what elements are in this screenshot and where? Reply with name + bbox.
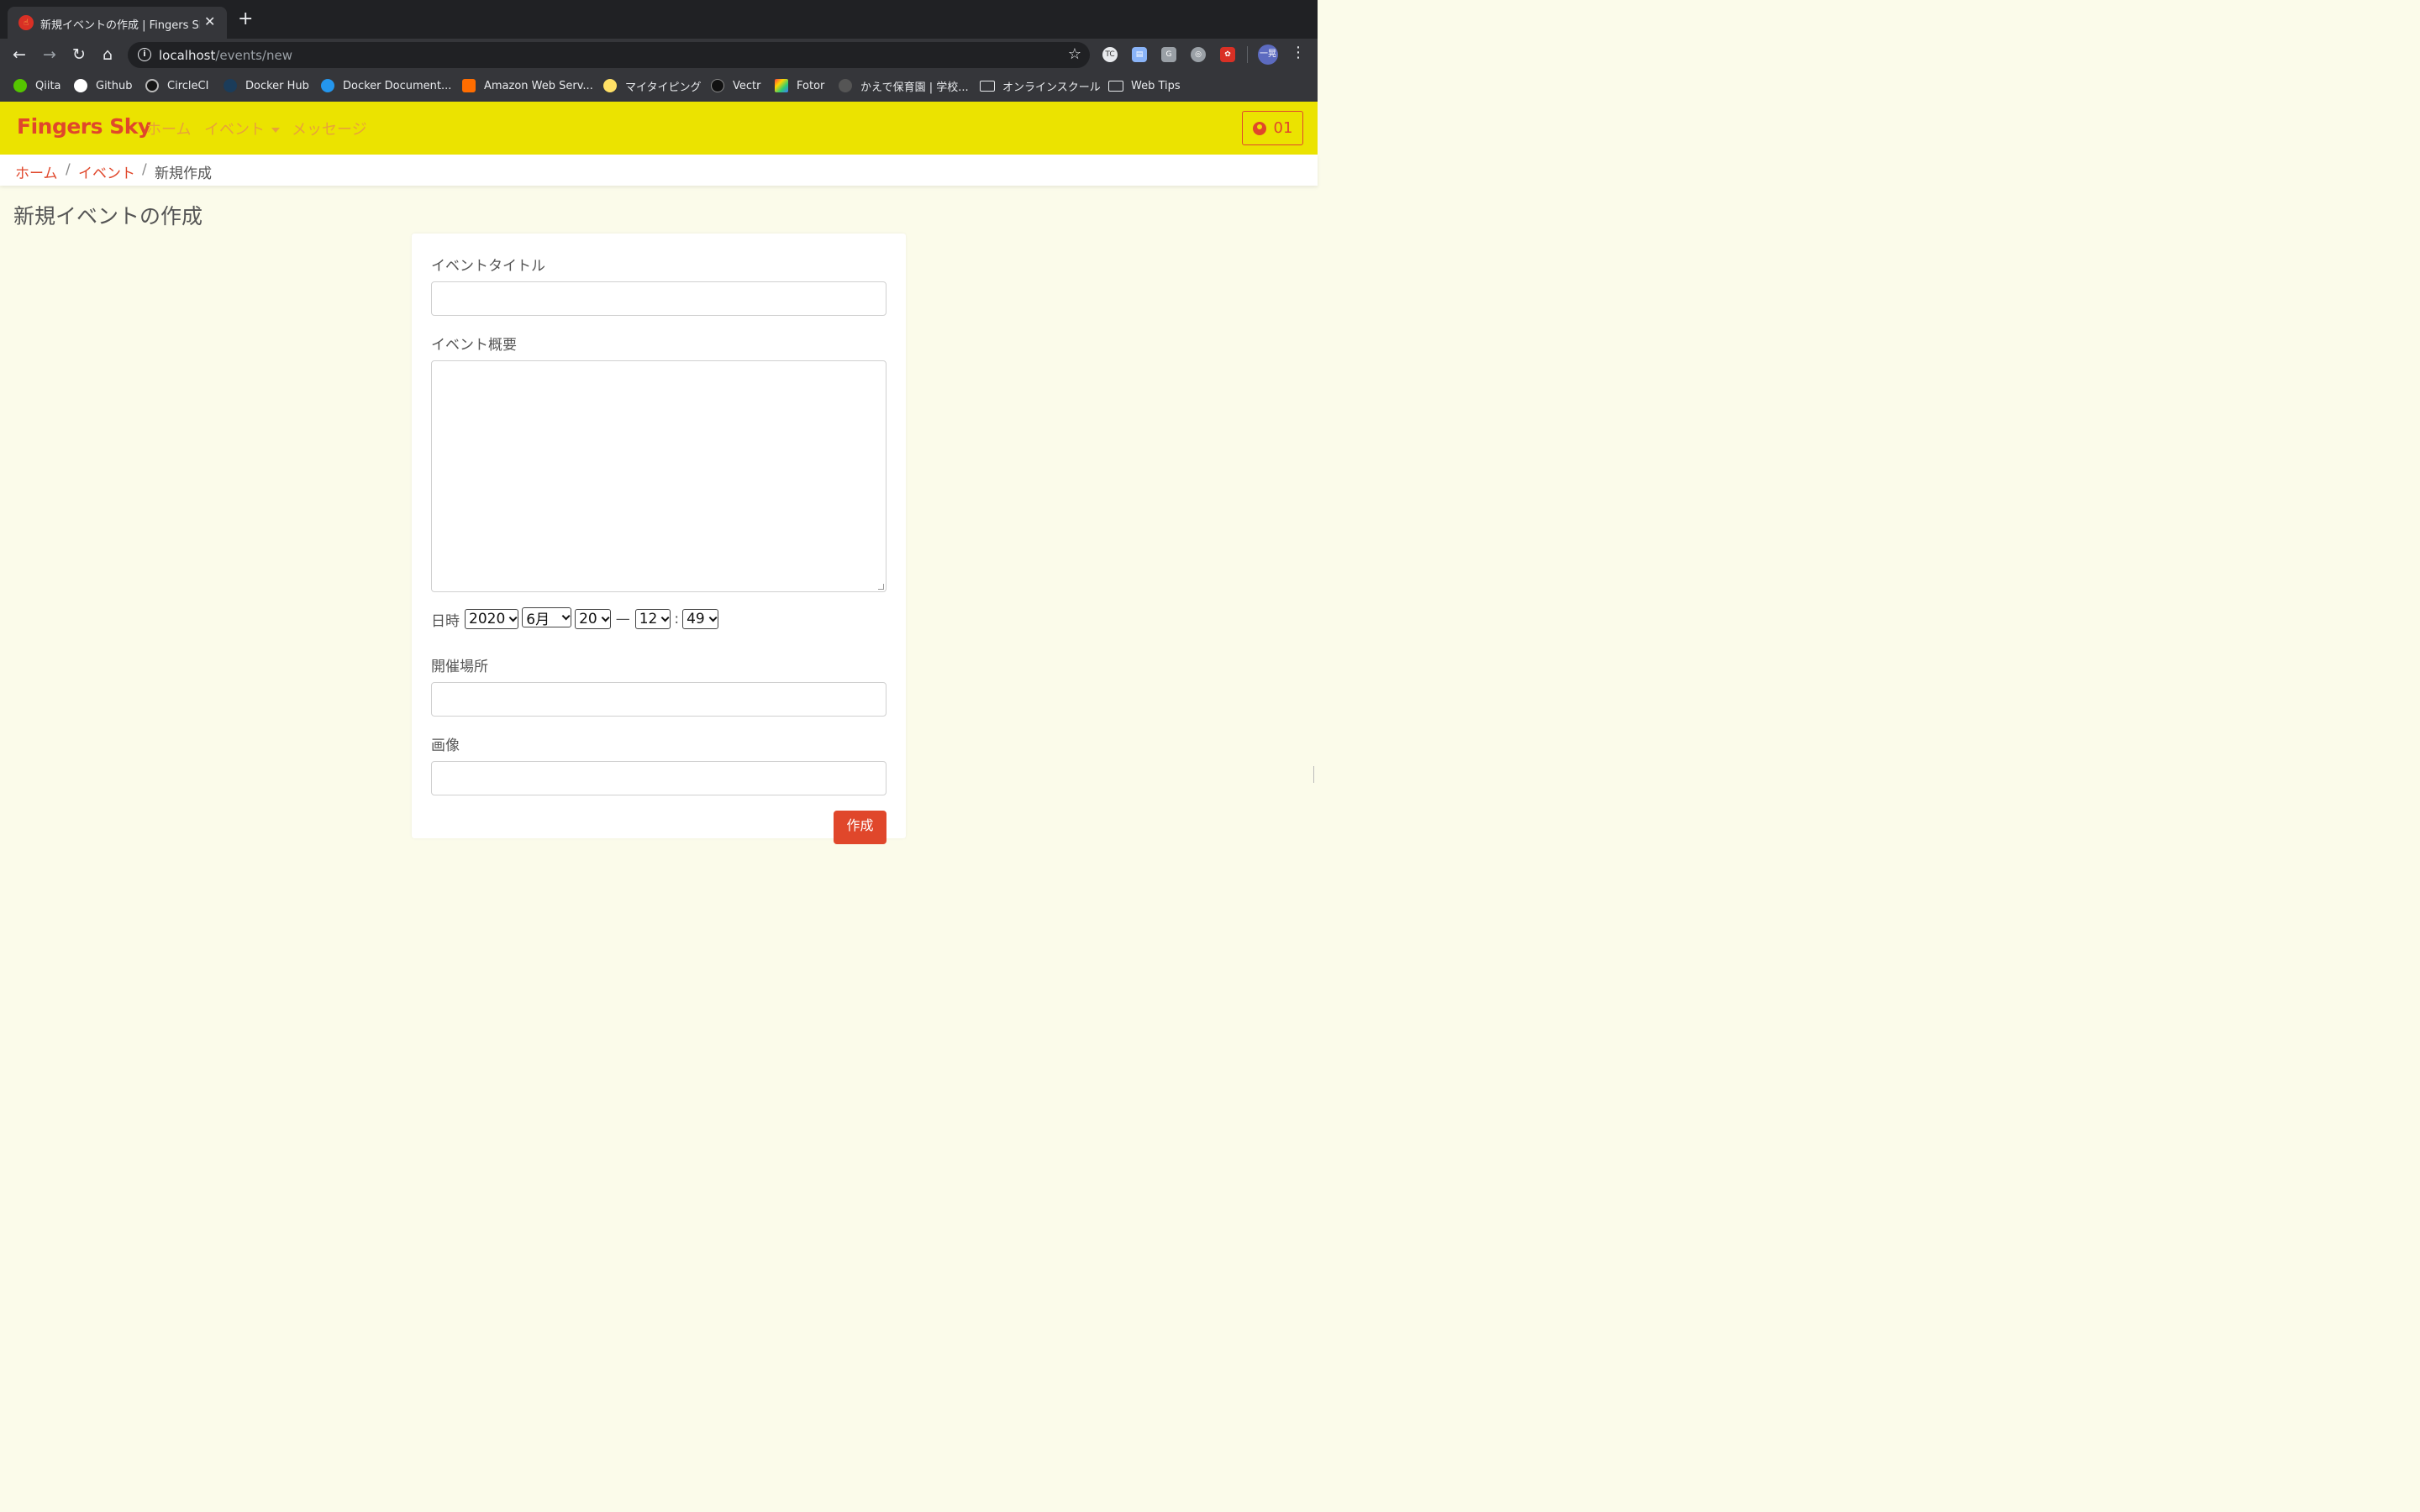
bookmark-circleci[interactable]: CircleCI (145, 78, 208, 93)
extension-red-icon[interactable]: ✿ (1220, 47, 1235, 62)
circleci-icon (145, 79, 159, 92)
bookmark-docker-docs[interactable]: Docker Document... (321, 78, 451, 93)
browser-toolbar: ← → ↻ ⌂ i localhost/events/new ☆ TC ▤ G … (0, 39, 1318, 71)
nav-events-dropdown[interactable]: イベント (204, 118, 280, 139)
site-info-icon[interactable]: i (138, 48, 151, 61)
toolbar-divider (1247, 46, 1248, 63)
aws-icon (462, 79, 476, 92)
time-colon: : (674, 611, 680, 627)
chevron-down-icon (708, 612, 718, 622)
extension-cast-icon[interactable]: ▤ (1132, 47, 1147, 62)
bookmark-vectr[interactable]: Vectr (711, 78, 760, 93)
event-image-input[interactable] (431, 761, 886, 795)
breadcrumb-home-link[interactable]: ホーム (15, 161, 58, 182)
datetime-row: 日時 2020 6月 20 — 12 : 49 (431, 607, 720, 630)
month-select[interactable]: 6月 (522, 607, 572, 628)
caret-down-icon (271, 128, 280, 133)
bookmark-folder-web-tips[interactable]: Web Tips (1108, 78, 1181, 93)
fotor-icon (775, 79, 788, 92)
day-select[interactable]: 20 (575, 609, 611, 629)
bookmark-mytyping[interactable]: マイタイピング (603, 78, 701, 94)
event-form-card: イベントタイトル イベント概要 日時 2020 6月 20 — 12 : 49 … (412, 234, 906, 844)
breadcrumb-events-link[interactable]: イベント (78, 161, 135, 182)
bookmark-qiita[interactable]: Qiita (13, 78, 61, 93)
tab-close-icon[interactable]: ✕ (204, 13, 215, 29)
user-circle-icon (1252, 121, 1266, 135)
resize-grip-icon[interactable] (878, 584, 884, 590)
back-icon[interactable]: ← (9, 45, 29, 65)
breadcrumb-current: 新規作成 (155, 165, 212, 182)
breadcrumb-separator: / (66, 161, 71, 178)
folder-icon (980, 80, 995, 92)
kaede-icon (839, 79, 852, 92)
mytyping-icon (603, 79, 617, 92)
datetime-label: 日時 (431, 612, 460, 630)
event-image-label: 画像 (431, 738, 460, 754)
reload-icon[interactable]: ↻ (69, 45, 89, 65)
nav-messages-link[interactable]: メッセージ (292, 118, 367, 139)
minute-select[interactable]: 49 (682, 609, 718, 629)
extension-circle-icon[interactable]: ◎ (1191, 47, 1206, 62)
profile-avatar[interactable]: 一晃 (1258, 45, 1278, 65)
browser-menu-icon[interactable]: ⋮ (1291, 44, 1306, 61)
create-submit-button[interactable]: 作成 (834, 811, 886, 844)
nav-home-link[interactable]: ホーム (146, 118, 191, 139)
bookmark-docker-hub[interactable]: Docker Hub (224, 78, 309, 93)
year-select[interactable]: 2020 (465, 609, 519, 629)
user-label: 01 (1273, 119, 1293, 137)
breadcrumb: ホーム / イベント / 新規作成 (0, 155, 1318, 186)
vectr-icon (711, 79, 724, 92)
bookmark-star-icon[interactable]: ☆ (1068, 45, 1081, 63)
chevron-down-icon (601, 612, 610, 622)
new-tab-icon[interactable]: + (238, 10, 253, 29)
chevron-down-icon (508, 612, 518, 622)
event-summary-label: イベント概要 (431, 337, 517, 354)
address-bar[interactable]: i localhost/events/new ☆ (128, 42, 1090, 68)
browser-tabstrip: ☝ 新規イベントの作成 | Fingers Sky ✕ + (0, 0, 1318, 39)
url-text: localhost/events/new (159, 48, 292, 63)
page-title: 新規イベントの作成 (13, 204, 203, 228)
bookmark-kaede[interactable]: かえで保育園 | 学校... (839, 78, 969, 94)
event-title-input[interactable] (431, 281, 886, 316)
fingers-favicon-icon: ☝ (18, 15, 34, 30)
datetime-dash: — (615, 611, 630, 627)
qiita-icon (13, 79, 27, 92)
app-navbar: Fingers Sky ホーム イベント メッセージ 01 (0, 102, 1318, 155)
bookmark-aws[interactable]: Amazon Web Serv... (462, 78, 593, 93)
home-icon[interactable]: ⌂ (97, 45, 118, 65)
tab-title: 新規イベントの作成 | Fingers Sky (40, 19, 200, 32)
event-place-input[interactable] (431, 682, 886, 717)
forward-icon[interactable]: → (39, 45, 60, 65)
user-menu-button[interactable]: 01 (1242, 111, 1303, 145)
brand-logo[interactable]: Fingers Sky (17, 114, 151, 139)
github-icon (74, 79, 87, 92)
event-place-label: 開催場所 (431, 659, 488, 675)
breadcrumb-separator: / (142, 161, 147, 178)
event-summary-textarea[interactable] (431, 360, 886, 592)
folder-icon (1108, 80, 1123, 92)
docker-docs-icon (321, 79, 334, 92)
extension-tc-icon[interactable]: TC (1102, 47, 1118, 62)
scrollbar-hint[interactable] (1313, 766, 1318, 783)
chevron-down-icon (561, 611, 571, 620)
browser-tab-active[interactable]: ☝ 新規イベントの作成 | Fingers Sky ✕ (8, 7, 227, 39)
bookmarks-bar: Qiita Github CircleCI Docker Hub Docker … (0, 71, 1318, 102)
bookmark-fotor[interactable]: Fotor (775, 78, 824, 93)
bookmark-folder-online-school[interactable]: オンラインスクール (980, 78, 1101, 94)
docker-hub-icon (224, 79, 237, 92)
hour-select[interactable]: 12 (634, 609, 671, 629)
chevron-down-icon (661, 612, 670, 622)
event-title-label: イベントタイトル (431, 258, 545, 275)
bookmark-github[interactable]: Github (74, 78, 133, 93)
extension-g-icon[interactable]: G (1161, 47, 1176, 62)
